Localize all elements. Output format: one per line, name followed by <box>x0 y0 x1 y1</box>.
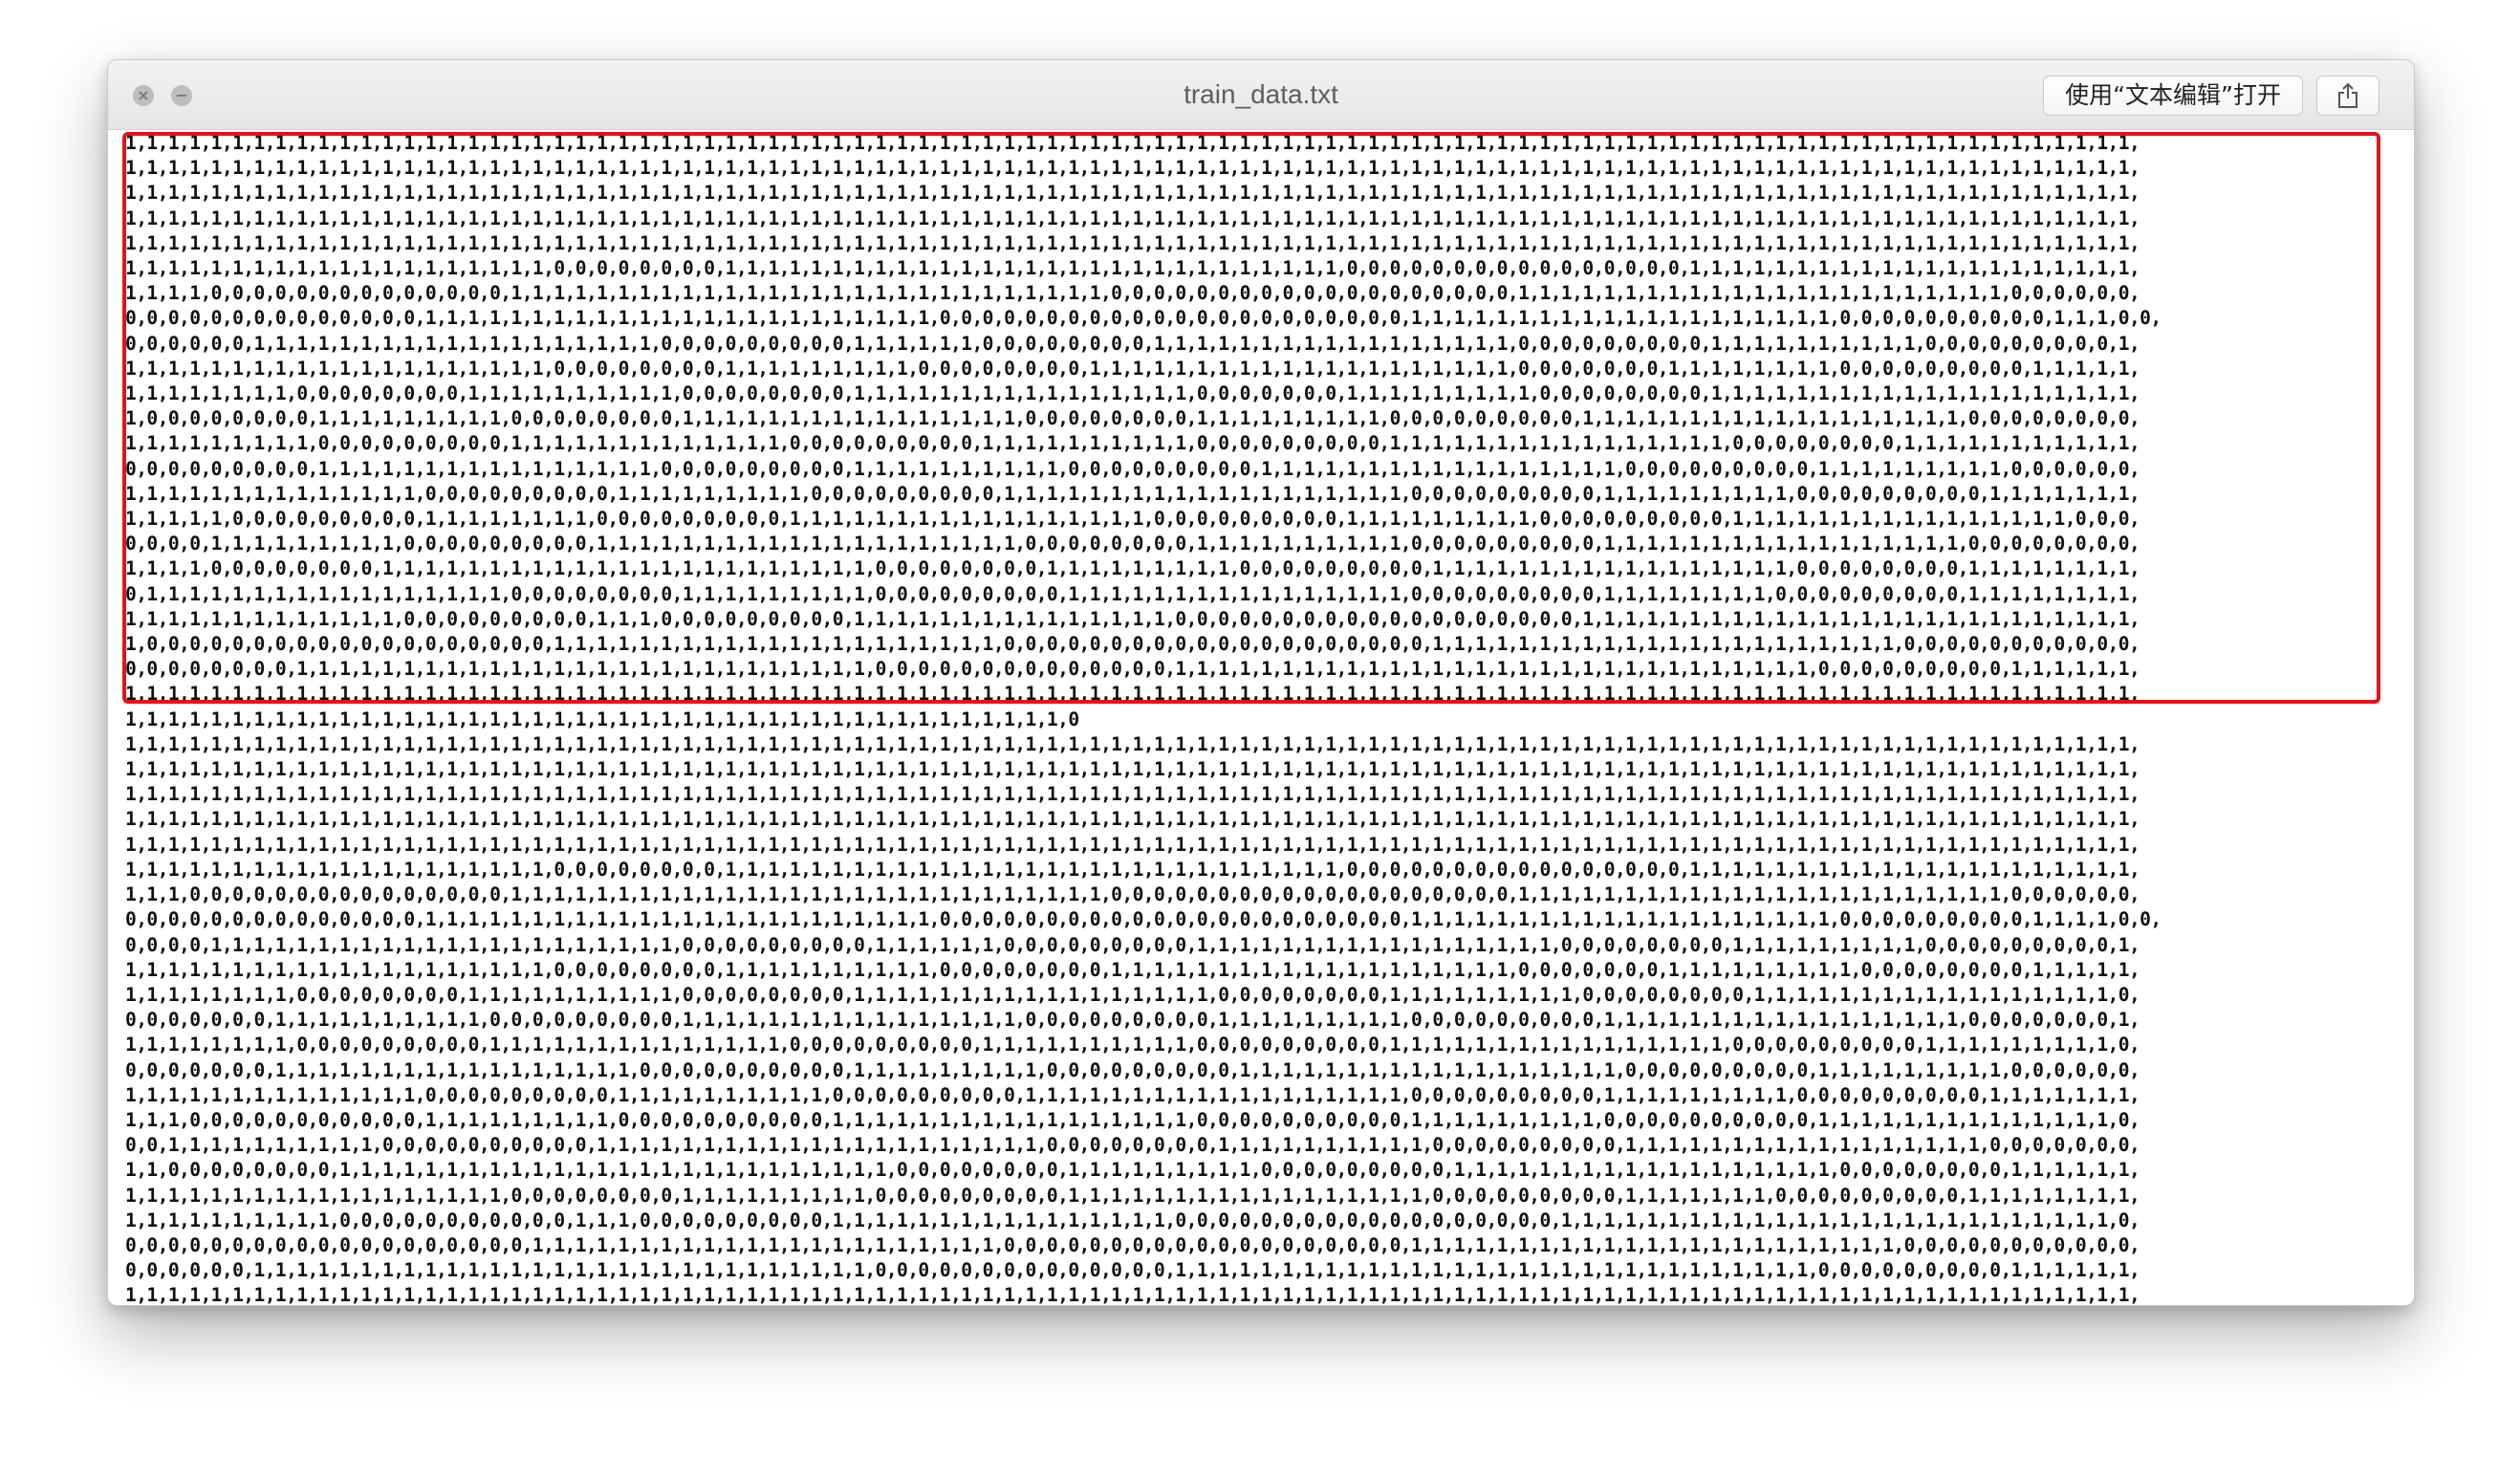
text-line: 1,1,1,0,0,0,0,0,0,0,0,0,0,0,0,0,0,0,1,1,… <box>125 883 2140 906</box>
text-line: 1,1,1,1,1,0,0,0,0,0,0,0,0,0,1,1,1,1,1,1,… <box>125 508 2140 531</box>
text-line: 0,0,0,0,0,0,0,1,1,1,1,1,1,1,1,1,1,1,1,1,… <box>125 1058 2140 1081</box>
text-content-area[interactable]: 1,1,1,1,1,1,1,1,1,1,1,1,1,1,1,1,1,1,1,1,… <box>125 131 2406 1305</box>
share-button[interactable] <box>2316 76 2379 116</box>
text-line: 1,1,1,1,1,1,1,1,0,0,0,0,0,0,0,0,0,1,1,1,… <box>125 1034 2140 1056</box>
text-line: 1,1,1,1,1,1,1,1,1,1,1,1,1,1,1,1,1,1,1,1,… <box>125 257 2140 280</box>
text-line: 1,1,1,1,1,1,1,1,1,1,1,1,1,1,1,1,1,1,1,1,… <box>125 357 2140 380</box>
text-line: 0,0,0,0,0,0,0,0,1,1,1,1,1,1,1,1,1,1,1,1,… <box>125 658 2140 681</box>
text-line: 1,1,1,1,1,1,1,1,1,1,1,1,1,1,1,1,1,1,1,1,… <box>125 182 2140 205</box>
text-line: 1,1,1,1,1,1,1,1,1,0,0,0,0,0,0,0,0,0,1,1,… <box>125 432 2140 455</box>
text-line: 1,1,1,1,1,1,1,1,1,1,1,1,1,1,0,0,0,0,0,0,… <box>125 482 2140 505</box>
file-text: 1,1,1,1,1,1,1,1,1,1,1,1,1,1,1,1,1,1,1,1,… <box>125 131 2406 1305</box>
text-line: 1,0,0,0,0,0,0,0,0,1,1,1,1,1,1,1,1,1,0,0,… <box>125 407 2140 430</box>
text-line: 1,1,1,1,1,1,1,1,1,1,1,1,1,1,1,1,1,1,1,1,… <box>125 783 2140 806</box>
text-line: 0,0,0,0,0,0,0,0,0,1,1,1,1,1,1,1,1,1,1,1,… <box>125 457 2140 480</box>
open-with-textedit-button[interactable]: 使用“文本编辑”打开 <box>2043 76 2303 116</box>
title-bar: × − train_data.txt 使用“文本编辑”打开 <box>108 60 2414 130</box>
text-line: 1,1,1,1,0,0,0,0,0,0,0,0,0,0,0,0,0,0,1,1,… <box>125 282 2140 305</box>
text-line: 0,0,0,0,1,1,1,1,1,1,1,1,1,1,1,1,1,1,1,1,… <box>125 933 2140 956</box>
text-line: 1,1,1,1,1,1,1,1,1,1,1,1,1,1,1,1,1,1,1,1,… <box>125 858 2140 881</box>
text-line: 1,1,1,1,1,1,1,1,1,1,1,1,1,1,0,0,0,0,0,0,… <box>125 1083 2140 1106</box>
text-line: 0,0,0,0,0,0,0,1,1,1,1,1,1,1,1,1,1,0,0,0,… <box>125 1009 2140 1032</box>
text-line: 1,1,1,1,1,1,1,1,1,1,1,1,1,1,1,1,1,1,1,1,… <box>125 808 2140 831</box>
text-line: 1,1,1,1,1,1,1,1,1,1,1,1,1,1,1,1,1,1,1,1,… <box>125 708 1079 730</box>
text-line: 1,1,1,0,0,0,0,0,0,0,0,0,0,0,1,1,1,1,1,1,… <box>125 1108 2140 1131</box>
text-line: 0,0,0,0,0,0,1,1,1,1,1,1,1,1,1,1,1,1,1,1,… <box>125 332 2140 355</box>
text-line: 1,1,0,0,0,0,0,0,0,0,1,1,1,1,1,1,1,1,1,1,… <box>125 1159 2140 1182</box>
text-line: 0,0,0,0,1,1,1,1,1,1,1,1,1,0,0,0,0,0,0,0,… <box>125 533 2140 555</box>
text-line: 1,1,1,1,1,1,1,1,1,1,1,1,1,1,1,1,1,1,1,1,… <box>125 132 2140 154</box>
text-line: 0,0,0,0,0,0,0,0,0,0,0,0,0,0,1,1,1,1,1,1,… <box>125 908 2162 931</box>
text-line: 0,0,1,1,1,1,1,1,1,1,1,1,0,0,0,0,0,0,0,0,… <box>125 1134 2140 1157</box>
text-line: 1,1,1,1,1,1,1,1,1,1,1,1,1,1,1,1,1,1,1,1,… <box>125 1284 2140 1305</box>
text-line: 0,1,1,1,1,1,1,1,1,1,1,1,1,1,1,1,1,1,0,0,… <box>125 582 2140 605</box>
text-line: 1,1,1,1,1,1,1,1,1,1,1,1,1,1,1,1,1,1,1,1,… <box>125 732 2140 755</box>
text-line: 1,1,1,1,1,1,1,1,1,1,1,1,1,0,0,0,0,0,0,0,… <box>125 607 2140 630</box>
text-line: 1,1,1,1,1,1,1,1,1,1,1,1,1,1,1,1,1,1,1,1,… <box>125 758 2140 781</box>
text-line: 0,0,0,0,0,0,1,1,1,1,1,1,1,1,1,1,1,1,1,1,… <box>125 1259 2140 1282</box>
text-line: 1,1,1,1,1,1,1,1,1,1,1,1,1,1,1,1,1,1,1,1,… <box>125 833 2140 856</box>
text-line: 1,1,1,1,1,1,1,1,1,1,1,1,1,1,1,1,1,1,1,1,… <box>125 958 2140 981</box>
text-line: 1,1,1,1,1,1,1,1,0,0,0,0,0,0,0,0,1,1,1,1,… <box>125 983 2140 1006</box>
text-line: 1,1,1,1,1,1,1,1,1,1,1,1,1,1,1,1,1,1,1,1,… <box>125 231 2140 254</box>
text-line: 0,0,0,0,0,0,0,0,0,0,0,0,0,0,0,0,0,0,0,1,… <box>125 1233 2140 1256</box>
text-line: 1,1,1,1,1,1,1,1,1,1,1,1,1,1,1,1,1,1,1,1,… <box>125 683 2140 706</box>
text-line: 1,1,1,1,1,1,1,1,0,0,0,0,0,0,0,0,1,1,1,1,… <box>125 382 2140 405</box>
text-line: 1,0,0,0,0,0,0,0,0,0,0,0,0,0,0,0,0,0,0,0,… <box>125 633 2140 656</box>
text-line: 1,1,1,1,1,1,1,1,1,1,1,1,1,1,1,1,1,1,1,1,… <box>125 157 2140 180</box>
share-icon <box>2338 82 2357 108</box>
text-line: 0,0,0,0,0,0,0,0,0,0,0,0,0,0,1,1,1,1,1,1,… <box>125 307 2162 330</box>
text-line: 1,1,1,1,1,1,1,1,1,1,0,0,0,0,0,0,0,0,0,0,… <box>125 1209 2140 1231</box>
text-line: 1,1,1,1,1,1,1,1,1,1,1,1,1,1,1,1,1,1,0,0,… <box>125 1184 2140 1207</box>
text-line: 1,1,1,1,0,0,0,0,0,0,0,0,1,1,1,1,1,1,1,1,… <box>125 557 2140 580</box>
text-line: 1,1,1,1,1,1,1,1,1,1,1,1,1,1,1,1,1,1,1,1,… <box>125 207 2140 229</box>
quicklook-window: × − train_data.txt 使用“文本编辑”打开 1,1,1,1,1,… <box>107 59 2415 1306</box>
